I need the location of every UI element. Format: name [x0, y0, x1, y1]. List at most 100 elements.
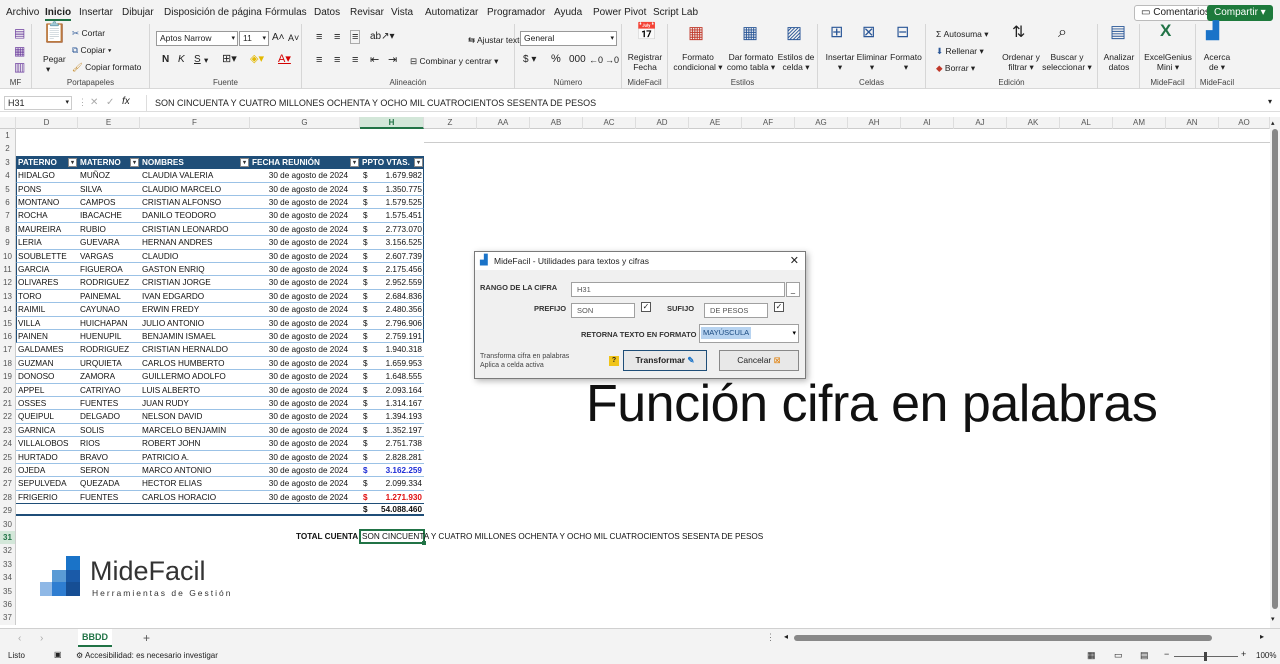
cancel-button[interactable]: Cancelar ⊠ [719, 350, 799, 371]
cell-materno[interactable]: RODRIGUEZ [80, 276, 140, 289]
cell-nombres[interactable]: ROBERT JOHN [142, 437, 248, 450]
suffix-input[interactable]: DE PESOS [704, 303, 768, 318]
row-header[interactable]: 21 [0, 397, 16, 411]
suffix-checkbox[interactable]: ✓ [774, 302, 784, 312]
orientation-icon[interactable]: ab↗▾ [370, 32, 395, 42]
cell-paterno[interactable]: VILLALOBOS [18, 437, 78, 450]
menu-datos[interactable]: Datos [314, 7, 340, 18]
row-header[interactable]: 1 [0, 129, 16, 143]
format-select[interactable]: MAYÚSCULA ▾ [699, 324, 799, 343]
cell-nombres[interactable]: DANILO TEODORO [142, 209, 248, 222]
range-input[interactable]: H31 [571, 282, 785, 297]
col-header[interactable]: G [250, 117, 360, 129]
zoom-level[interactable]: 100% [1256, 651, 1276, 660]
sort-filter-button[interactable]: Ordenar y filtrar ▾ [1000, 52, 1042, 72]
cell-paterno[interactable]: HURTADO [18, 451, 78, 464]
cell-fecha[interactable]: 30 de agosto de 2024 [250, 410, 348, 423]
cell-paterno[interactable]: GUZMAN [18, 357, 78, 370]
cell-nombres[interactable]: GASTON ENRIQ [142, 263, 248, 276]
cell-paterno[interactable]: SEPULVEDA [18, 477, 78, 490]
col-header[interactable]: E [78, 117, 140, 129]
cell-fecha[interactable]: 30 de agosto de 2024 [250, 343, 348, 356]
align-top-icon[interactable]: ≡ [316, 32, 322, 43]
header-nombres[interactable]: NOMBRES ▾ [140, 156, 250, 169]
normal-view-icon[interactable]: ▦ [1087, 650, 1096, 661]
confirm-icon[interactable]: ✓ [106, 97, 114, 108]
scroll-thumb[interactable] [1272, 129, 1278, 609]
row-header[interactable]: 11 [0, 263, 16, 277]
next-sheet-icon[interactable]: › [40, 633, 43, 644]
cell-nombres[interactable]: JULIO ANTONIO [142, 317, 248, 330]
insert-cells-icon[interactable]: ⊞ [830, 25, 843, 41]
cell-styles-button[interactable]: Estilos de celda ▾ [776, 52, 816, 72]
cell-ppto[interactable]: 2.759.191 [372, 330, 422, 343]
grow-font-icon[interactable]: A˄ [272, 33, 285, 43]
midefacil-logo-icon[interactable]: ▟ [1206, 22, 1219, 39]
cut-button[interactable]: ✂ Cortar [72, 28, 105, 38]
cell-fecha[interactable]: 30 de agosto de 2024 [250, 250, 348, 263]
cell-paterno[interactable]: APPEL [18, 384, 78, 397]
cell-fecha[interactable]: 30 de agosto de 2024 [250, 451, 348, 464]
row-header[interactable]: 9 [0, 236, 16, 250]
format-painter-button[interactable]: 🖌 Copiar formato [72, 62, 141, 72]
cell-materno[interactable]: ZAMORA [80, 370, 140, 383]
cell-materno[interactable]: HUICHAPAN [80, 317, 140, 330]
register-date-button[interactable]: Registrar Fecha [622, 52, 668, 72]
cell-fecha[interactable]: 30 de agosto de 2024 [250, 209, 348, 222]
cell-nombres[interactable]: MARCELO BENJAMIN [142, 424, 248, 437]
cell-nombres[interactable]: MARCO ANTONIO [142, 464, 248, 477]
cell-paterno[interactable]: LERIA [18, 236, 78, 249]
col-header[interactable]: AO [1219, 117, 1270, 129]
row-header[interactable]: 37 [0, 611, 16, 625]
currency-icon[interactable]: $ ▾ [523, 55, 536, 65]
cell-materno[interactable]: FUENTES [80, 397, 140, 410]
header-fecha[interactable]: FECHA REUNIÓN ▾ [250, 156, 360, 169]
delete-cells-button[interactable]: Eliminar ▾ [854, 52, 890, 72]
menu-insertar[interactable]: Insertar [79, 7, 113, 18]
col-header[interactable]: AC [583, 117, 636, 129]
decrease-decimal-icon[interactable]: →0 [605, 55, 619, 65]
cell-nombres[interactable]: IVAN EDGARDO [142, 290, 248, 303]
cell-nombres[interactable]: NELSON DAVID [142, 410, 248, 423]
cell-materno[interactable]: CAMPOS [80, 196, 140, 209]
cell-ppto[interactable]: 1.352.197 [372, 424, 422, 437]
mf-icon-2[interactable]: ▦ [14, 45, 25, 57]
cell-fecha[interactable]: 30 de agosto de 2024 [250, 397, 348, 410]
align-center-icon[interactable]: ≡ [334, 55, 340, 66]
increase-indent-icon[interactable]: ⇥ [388, 55, 397, 66]
cell-nombres[interactable]: CARLOS HUMBERTO [142, 357, 248, 370]
cell-paterno[interactable]: SOUBLETTE [18, 250, 78, 263]
row-header[interactable]: 20 [0, 383, 16, 397]
cell-paterno[interactable]: ROCHA [18, 209, 78, 222]
cell-materno[interactable]: BRAVO [80, 451, 140, 464]
cell-nombres[interactable]: HECTOR ELIAS [142, 477, 248, 490]
find-select-button[interactable]: Buscar y seleccionar ▾ [1042, 52, 1092, 72]
cell-paterno[interactable]: QUEIPUL [18, 410, 78, 423]
analyze-data-icon[interactable]: ▤ [1110, 23, 1126, 40]
header-ppto[interactable]: PPTO VTAS. ▾ [360, 156, 424, 169]
conditional-format-icon[interactable]: ▦ [688, 24, 704, 41]
formula-input[interactable]: SON CINCUENTA Y CUATRO MILLONES OCHENTA … [146, 95, 1256, 111]
cell-materno[interactable]: PAINEMAL [80, 290, 140, 303]
underline-button[interactable]: S [194, 55, 201, 65]
row-header[interactable]: 13 [0, 289, 16, 304]
cell-ppto[interactable]: 2.093.164 [372, 384, 422, 397]
italic-button[interactable]: K [178, 55, 185, 65]
find-select-icon[interactable]: ⌕ [1058, 25, 1067, 41]
cell-paterno[interactable]: OJEDA [18, 464, 78, 477]
cell-nombres[interactable]: LUIS ALBERTO [142, 384, 248, 397]
filter-dropdown-icon[interactable]: ▾ [68, 158, 77, 167]
row-header[interactable]: 18 [0, 356, 16, 371]
about-button[interactable]: Acerca de ▾ [1196, 52, 1238, 72]
col-header[interactable]: AF [742, 117, 795, 129]
row-header[interactable]: 32 [0, 544, 16, 558]
prev-sheet-icon[interactable]: ‹ [18, 633, 21, 644]
cell-materno[interactable]: GUEVARA [80, 236, 140, 249]
cell-nombres[interactable]: HERNAN ANDRES [142, 236, 248, 249]
fill-button[interactable]: ⬇ Rellenar ▾ [936, 46, 984, 56]
cell-ppto[interactable]: 2.796.906 [372, 317, 422, 330]
increase-decimal-icon[interactable]: ←0 [589, 55, 603, 65]
cell-fecha[interactable]: 30 de agosto de 2024 [250, 330, 348, 343]
cell-nombres[interactable]: CLAUDIO [142, 250, 248, 263]
page-break-icon[interactable]: ▤ [1140, 650, 1149, 661]
